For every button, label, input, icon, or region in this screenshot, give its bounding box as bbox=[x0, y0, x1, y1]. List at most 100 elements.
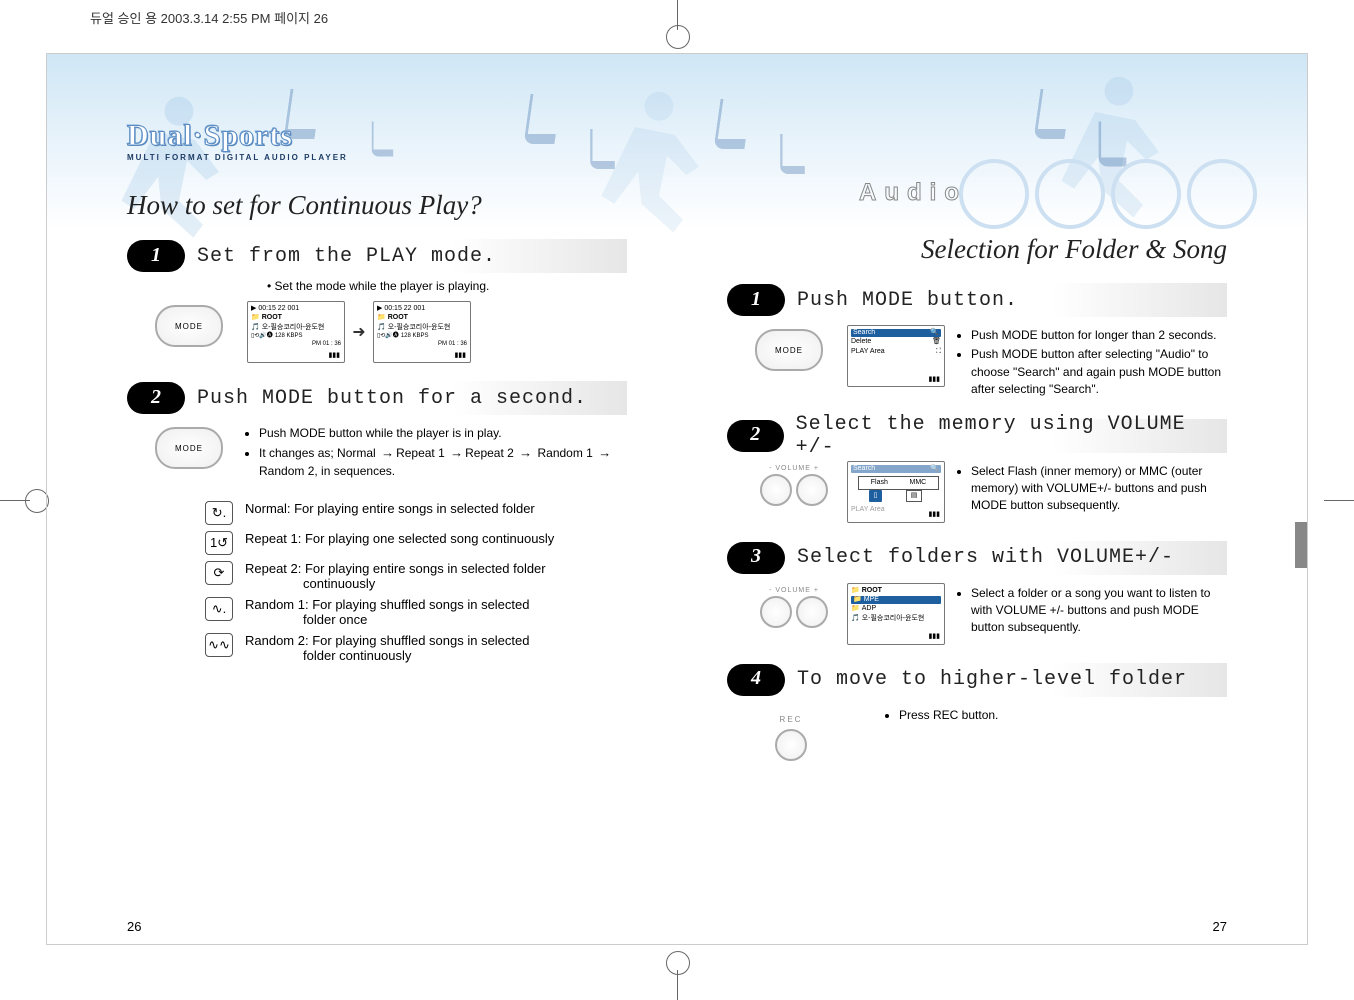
rec-label: REC bbox=[780, 715, 803, 724]
mode-desc-cont: continuously bbox=[303, 576, 546, 591]
bullet: Select Flash (inner memory) or MMC (oute… bbox=[971, 463, 1227, 515]
arrow-icon: → bbox=[450, 444, 463, 463]
step-1-tip-text: Set the mode while the player is playing… bbox=[275, 279, 490, 293]
arrow-icon: → bbox=[519, 444, 532, 463]
mode-desc: Repeat 1: For playing one selected song … bbox=[245, 531, 554, 546]
lcd-song: 오-필승코리아-윤도현 bbox=[862, 615, 925, 623]
lcd-root: ROOT bbox=[262, 314, 282, 322]
page-left: Dual·Sports MULTI FORMAT DIGITAL AUDIO P… bbox=[47, 54, 677, 944]
bullet: Select a folder or a song you want to li… bbox=[971, 585, 1227, 637]
step-number: 4 bbox=[727, 664, 785, 696]
step-title: Push MODE button. bbox=[797, 289, 1018, 312]
lcd-item-playarea: PLAY Area bbox=[851, 506, 885, 514]
step-number: 2 bbox=[727, 420, 784, 452]
lcd-screen-1b: ▶ 00:15 22 001 ROOT 오-필승코리아-윤도현 ▯⟲🔊🅐 128… bbox=[373, 301, 471, 363]
battery-icon: ▮▮▮ bbox=[328, 352, 340, 360]
step-number: 3 bbox=[727, 542, 785, 574]
mode-desc: Normal: For playing entire songs in sele… bbox=[245, 501, 535, 516]
arrow-icon: → bbox=[598, 444, 611, 463]
print-header: 듀얼 승인 용 2003.3.14 2:55 PM 페이지 26 bbox=[90, 8, 328, 27]
lcd-item-delete: Delete bbox=[851, 338, 871, 346]
repeat2-icon: ⟳ bbox=[205, 561, 233, 585]
mode-desc-cont: folder continuously bbox=[303, 648, 529, 663]
lcd-clock: PM 01 : 36 bbox=[377, 341, 467, 348]
random2-icon: ∿∿ bbox=[205, 633, 233, 657]
battery-icon: ▮▮▮ bbox=[928, 633, 940, 641]
crop-mark-left bbox=[0, 500, 30, 501]
mmc-icon: ▤ bbox=[906, 490, 923, 502]
repeat1-icon: 1↺ bbox=[205, 531, 233, 555]
lcd-item-search: Search bbox=[853, 329, 875, 337]
mode-button: MODE bbox=[155, 305, 223, 347]
step-1-tip: • Set the mode while the player is playi… bbox=[267, 279, 627, 293]
thumb-index-tab bbox=[1295, 522, 1307, 568]
volume-label: - VOLUME + bbox=[755, 587, 833, 594]
lcd-screen-1a: ▶ 00:15 22 001 ROOT 오-필승코리아-윤도현 ▯⟲🔊🅐 128… bbox=[247, 301, 345, 363]
battery-icon: ▮▮▮ bbox=[928, 511, 940, 519]
logo-title: Dual·Sports bbox=[127, 119, 627, 153]
lcd-root: ROOT bbox=[862, 587, 882, 595]
lcd-time: ▶ 00:15 22 001 bbox=[377, 305, 467, 313]
area-icon: ⛶ bbox=[936, 348, 941, 356]
crop-mark-top bbox=[677, 0, 678, 30]
search-icon: 🔍 bbox=[930, 329, 939, 337]
page-number-left: 26 bbox=[127, 919, 141, 934]
audio-label: Audio bbox=[859, 179, 967, 207]
logo: Dual·Sports MULTI FORMAT DIGITAL AUDIO P… bbox=[127, 119, 627, 162]
rec-button: REC bbox=[769, 709, 813, 761]
bullet: Push MODE button while the player is in … bbox=[259, 425, 627, 442]
lcd-time: ▶ 00:15 22 001 bbox=[251, 305, 341, 313]
step-number: 1 bbox=[127, 240, 185, 272]
page-title-left: How to set for Continuous Play? bbox=[127, 190, 627, 221]
step-r3-head: 3 Select folders with VOLUME+/- bbox=[727, 541, 1227, 575]
bullet: It changes as; Normal →Repeat 1 →Repeat … bbox=[259, 444, 627, 480]
lcd-root: ROOT bbox=[388, 314, 408, 322]
mode-desc-cont: folder once bbox=[303, 612, 529, 627]
mode-button: MODE bbox=[755, 329, 823, 371]
lcd-screen-r1: Search🔍 Delete🗑 PLAY Area⛶ ▮▮▮ bbox=[847, 325, 945, 387]
crop-mark-bottom bbox=[677, 970, 678, 1000]
page-number-right: 27 bbox=[1213, 919, 1227, 934]
flash-icon: ▯ bbox=[869, 490, 883, 502]
lcd-bitrate: 128 KBPS bbox=[275, 333, 303, 340]
lcd-item-search: Search bbox=[853, 465, 875, 473]
step-r1-head: 1 Push MODE button. bbox=[727, 283, 1227, 317]
step-number: 1 bbox=[727, 284, 785, 316]
lcd-screen-r2: Search🔍 Flash MMC ▯ ▤ PLAY Area ▮▮▮ bbox=[847, 461, 945, 523]
page-title-right: Selection for Folder & Song bbox=[727, 234, 1227, 265]
battery-icon: ▮▮▮ bbox=[454, 352, 466, 360]
crop-mark-right bbox=[1324, 500, 1354, 501]
step-number: 2 bbox=[127, 382, 185, 414]
bullet: Press REC button. bbox=[899, 707, 1227, 724]
step-title: Select the memory using VOLUME +/- bbox=[796, 413, 1227, 459]
normal-icon: ↻. bbox=[205, 501, 233, 525]
mode-desc: Random 2: For playing shuffled songs in … bbox=[245, 633, 529, 663]
mode-button: MODE bbox=[155, 427, 223, 469]
bullet: Push MODE button for longer than 2 secon… bbox=[971, 327, 1227, 344]
step-r2-head: 2 Select the memory using VOLUME +/- bbox=[727, 419, 1227, 453]
mode-desc: Repeat 2: For playing entire songs in se… bbox=[245, 561, 546, 591]
volume-button: - VOLUME + bbox=[755, 465, 833, 507]
step-title: Push MODE button for a second. bbox=[197, 387, 587, 410]
lcd-song: 오-필승코리아-윤도현 bbox=[262, 324, 325, 332]
random1-icon: ∿. bbox=[205, 597, 233, 621]
spread: Dual·Sports MULTI FORMAT DIGITAL AUDIO P… bbox=[46, 53, 1308, 945]
lcd-song: 오-필승코리아-윤도현 bbox=[388, 324, 451, 332]
bullet: Push MODE button after selecting "Audio"… bbox=[971, 346, 1227, 398]
lcd-bitrate: 128 KBPS bbox=[401, 333, 429, 340]
logo-subtitle: MULTI FORMAT DIGITAL AUDIO PLAYER bbox=[127, 153, 627, 162]
search-icon: 🔍 bbox=[930, 465, 939, 473]
lcd-clock: PM 01 : 36 bbox=[251, 341, 341, 348]
lcd-flash: Flash bbox=[871, 479, 888, 487]
battery-icon: ▮▮▮ bbox=[928, 376, 940, 384]
lcd-mpe: MPE bbox=[864, 596, 879, 604]
play-mode-list: ↻. Normal: For playing entire songs in se… bbox=[205, 501, 627, 663]
page-right: Audio Selection for Folder & Song 1 Push… bbox=[677, 54, 1307, 944]
decorative-rings bbox=[953, 159, 1257, 234]
step-r4-head: 4 To move to higher-level folder bbox=[727, 663, 1227, 697]
lcd-adp: ADP bbox=[862, 605, 876, 613]
volume-button: - VOLUME + bbox=[755, 587, 833, 629]
lcd-item-playarea: PLAY Area bbox=[851, 348, 885, 356]
volume-label: - VOLUME + bbox=[755, 465, 833, 472]
step-title: Set from the PLAY mode. bbox=[197, 245, 496, 268]
